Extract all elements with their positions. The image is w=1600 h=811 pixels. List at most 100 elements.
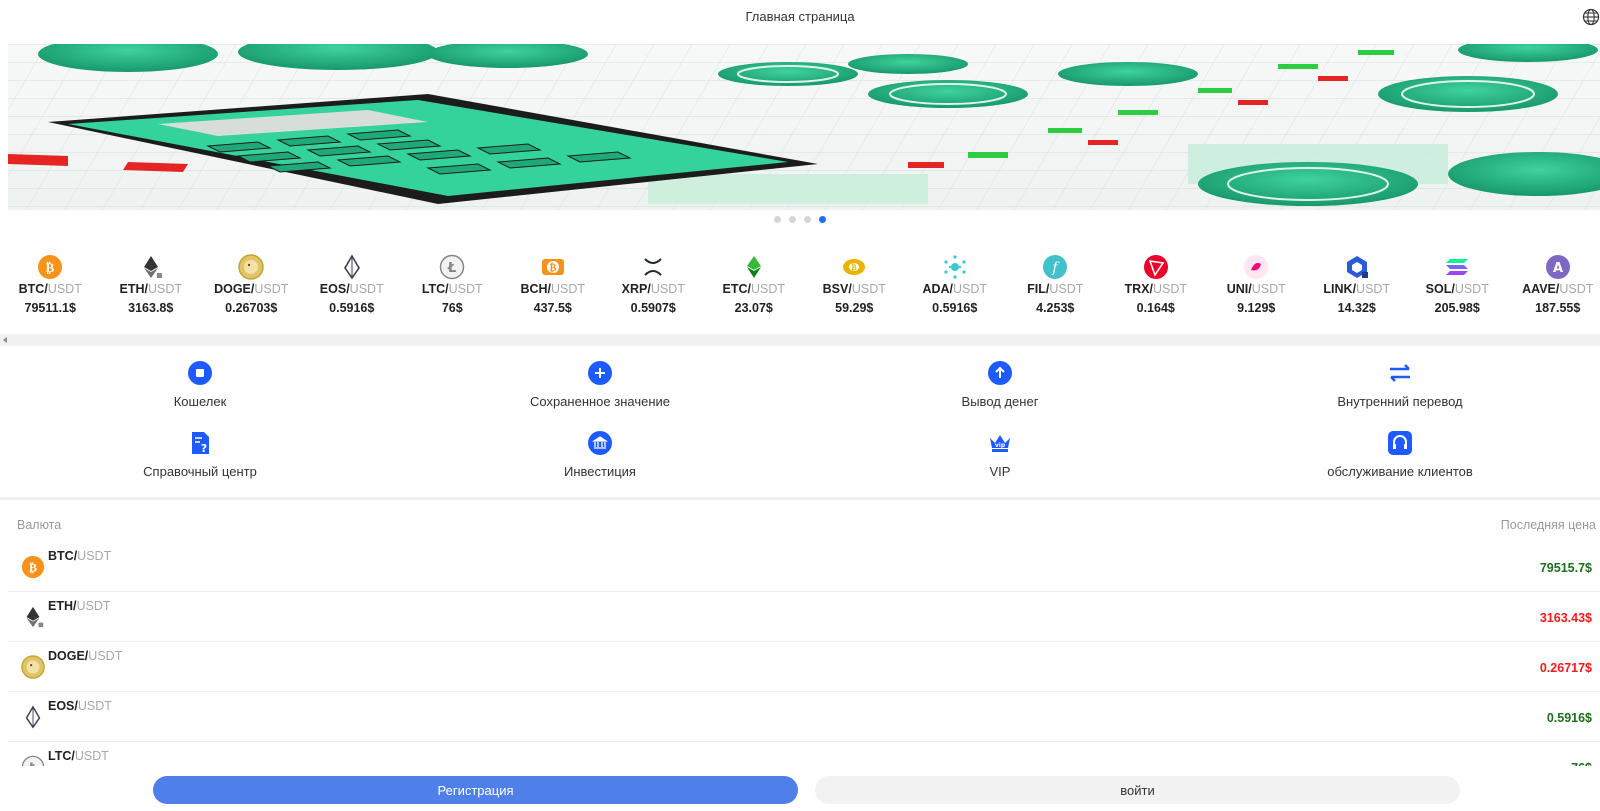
ticker-item[interactable]: LINK/USDT 14.32$	[1307, 254, 1408, 332]
banner-pagination	[0, 216, 1600, 224]
ticker-price: 76$	[441, 301, 463, 315]
banner-dot[interactable]	[804, 216, 811, 223]
ticker-item[interactable]: DOGE/USDT 0.26703$	[201, 254, 302, 332]
banner-dot[interactable]	[789, 216, 796, 223]
market-row[interactable]: DOGE/USDT 0.26717$	[8, 642, 1600, 692]
ticker-quote: USDT	[1356, 282, 1391, 296]
transfer-arrows-icon	[1387, 360, 1413, 386]
ticker-pair: EOS/USDT	[320, 282, 384, 296]
ethereum-icon	[143, 256, 162, 278]
ticker-price: 23.07$	[734, 301, 773, 315]
ticker-item[interactable]: XRP/USDT 0.5907$	[603, 254, 704, 332]
menu-item-deposit-plus[interactable]: Сохраненное значение	[400, 360, 800, 430]
market-pair: DOGE/USDT	[48, 649, 122, 663]
solana-icon	[1446, 259, 1469, 275]
menu-item-withdraw-arrow-up[interactable]: Вывод денег	[800, 360, 1200, 430]
ticker-item[interactable]: ₿ BTC/USDT 79511.1$	[0, 254, 101, 332]
ticker-quote: USDT	[750, 282, 785, 296]
ticker-base: FIL/	[1027, 282, 1050, 296]
ticker-base: TRX/	[1124, 282, 1153, 296]
ticker-base: XRP/	[621, 282, 651, 296]
market-last-price: 0.5916$	[1546, 711, 1592, 725]
market-last-price: 79515.7$	[1539, 561, 1592, 575]
svg-text:₿: ₿	[852, 262, 858, 272]
market-row[interactable]: EOS/USDT 0.5916$	[8, 692, 1600, 742]
ticker-base: BSV/	[822, 282, 852, 296]
scroll-left-arrow-icon[interactable]	[3, 337, 7, 343]
menu-item-label: Справочный центр	[143, 464, 257, 479]
market-row[interactable]: ₿ BTC/USDT 79515.7$	[8, 542, 1600, 592]
ticker-price: 9.129$	[1237, 301, 1276, 315]
market-last-price: 3163.43$	[1539, 611, 1592, 625]
ticker-quote: USDT	[953, 282, 988, 296]
ticker-price: 0.5916$	[932, 301, 978, 315]
ticker-quote: USDT	[650, 282, 685, 296]
ticker-quote: USDT	[349, 282, 384, 296]
ticker-price: 14.32$	[1337, 301, 1376, 315]
ticker-item[interactable]: UNI/USDT 9.129$	[1206, 254, 1307, 332]
ticker-quote: USDT	[1152, 282, 1187, 296]
ticker-pair: BTC/USDT	[19, 282, 82, 296]
ticker-base: AAVE/	[1522, 282, 1560, 296]
horizontal-scrollbar[interactable]	[0, 334, 1600, 346]
ticker-quote: USDT	[147, 282, 182, 296]
ticker-item[interactable]: EOS/USDT 0.5916$	[302, 254, 403, 332]
svg-text:Ł: Ł	[447, 261, 456, 276]
menu-item-bank[interactable]: Инвестиция	[400, 430, 800, 488]
menu-item-label: Внутренний перевод	[1337, 394, 1463, 409]
menu-item-headset[interactable]: обслуживание клиентов	[1200, 430, 1600, 488]
ticker-item[interactable]: ETH/USDT 3163.8$	[101, 254, 202, 332]
page-title: Главная страница	[745, 9, 855, 24]
ticker-item[interactable]: A AAVE/USDT 187.55$	[1508, 254, 1600, 332]
ticker-base: ETH/	[119, 282, 148, 296]
chainlink-icon	[1346, 256, 1368, 278]
menu-item-help-document[interactable]: ? Справочный центр	[0, 430, 400, 488]
ticker-item[interactable]: SOL/USDT 205.98$	[1407, 254, 1508, 332]
menu-item-label: Кошелек	[173, 394, 227, 409]
market-quote: USDT	[74, 749, 109, 763]
ticker-item[interactable]: TRX/USDT 0.164$	[1106, 254, 1207, 332]
menu-item-vip-crown[interactable]: vip VIP	[800, 430, 1200, 488]
market-base: LTC/	[48, 749, 75, 763]
globe-icon[interactable]	[1582, 8, 1600, 26]
menu-item-wallet[interactable]: Кошелек	[0, 360, 400, 430]
register-button[interactable]: Регистрация	[153, 776, 798, 804]
ticker-pair: AAVE/USDT	[1522, 282, 1593, 296]
svg-text:₿: ₿	[29, 561, 37, 575]
ticker-item[interactable]: ₿ BCH/USDT 437.5$	[503, 254, 604, 332]
promo-banner[interactable]	[8, 44, 1600, 210]
market-quote: USDT	[76, 599, 111, 613]
tron-icon	[1143, 255, 1168, 279]
ticker-item[interactable]: ADA/USDT 0.5916$	[905, 254, 1006, 332]
market-row[interactable]: ETH/USDT 3163.43$	[8, 592, 1600, 642]
bitcoin-icon: ₿	[21, 555, 45, 579]
ticker-pair: FIL/USDT	[1027, 282, 1083, 296]
ticker-item[interactable]: f FIL/USDT 4.253$	[1005, 254, 1106, 332]
ticker-price: 0.164$	[1136, 301, 1175, 315]
vip-crown-icon: vip	[987, 430, 1013, 456]
wallet-icon	[187, 360, 213, 386]
ticker-pair: ETC/USDT	[722, 282, 785, 296]
svg-text:vip: vip	[995, 442, 1006, 449]
login-button[interactable]: войти	[815, 776, 1460, 804]
banner-dot[interactable]	[774, 216, 781, 223]
market-base: BTC/	[48, 549, 78, 563]
ticker-item[interactable]: ETC/USDT 23.07$	[704, 254, 805, 332]
ticker-quote: USDT	[851, 282, 886, 296]
ticker-base: BCH/	[520, 282, 552, 296]
menu-item-label: Сохраненное значение	[529, 394, 671, 409]
menu-item-transfer-arrows[interactable]: Внутренний перевод	[1200, 360, 1600, 430]
menu-item-label: VIP	[989, 464, 1011, 479]
market-quote: USDT	[88, 649, 123, 663]
market-row[interactable]: ŁLTC/USDT76$	[8, 742, 1600, 766]
ticker-quote: USDT	[448, 282, 483, 296]
price-ticker: ₿ BTC/USDT 79511.1$ ETH/USDT 3163.8$ DOGE/USD…	[0, 254, 1600, 332]
market-pair: LTC/USDT	[48, 749, 109, 763]
ticker-item[interactable]: Ł LTC/USDT 76$	[402, 254, 503, 332]
ticker-quote: USDT	[1559, 282, 1594, 296]
banner-dot-active[interactable]	[819, 216, 826, 223]
ticker-pair: BCH/USDT	[520, 282, 585, 296]
ticker-item[interactable]: ₿ BSV/USDT 59.29$	[804, 254, 905, 332]
ethereum-icon	[26, 606, 44, 628]
cardano-icon	[944, 255, 966, 279]
